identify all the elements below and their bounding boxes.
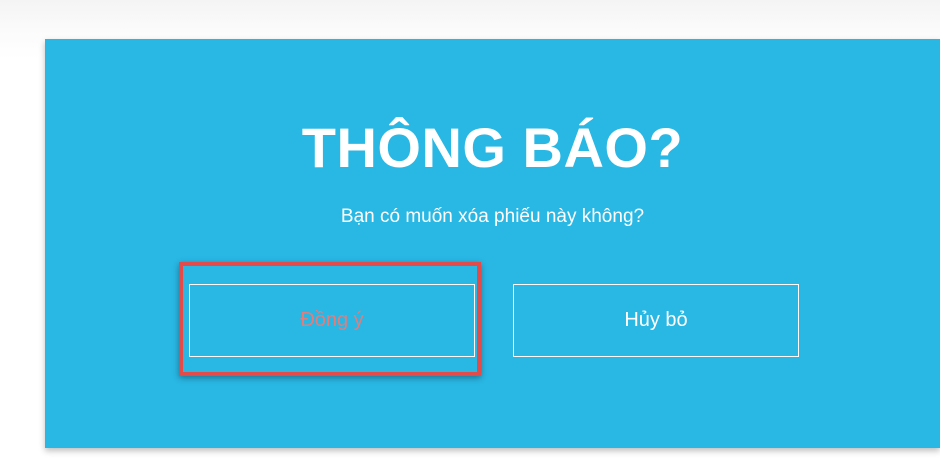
cancel-button[interactable]: Hủy bỏ — [513, 284, 799, 357]
dialog-title: THÔNG BÁO? — [301, 116, 684, 179]
dialog-message: Bạn có muốn xóa phiếu này không? — [340, 206, 645, 227]
confirm-button[interactable]: Đồng ý — [189, 284, 475, 357]
confirm-delete-dialog: THÔNG BÁO? Bạn có muốn xóa phiếu này khô… — [45, 39, 940, 448]
